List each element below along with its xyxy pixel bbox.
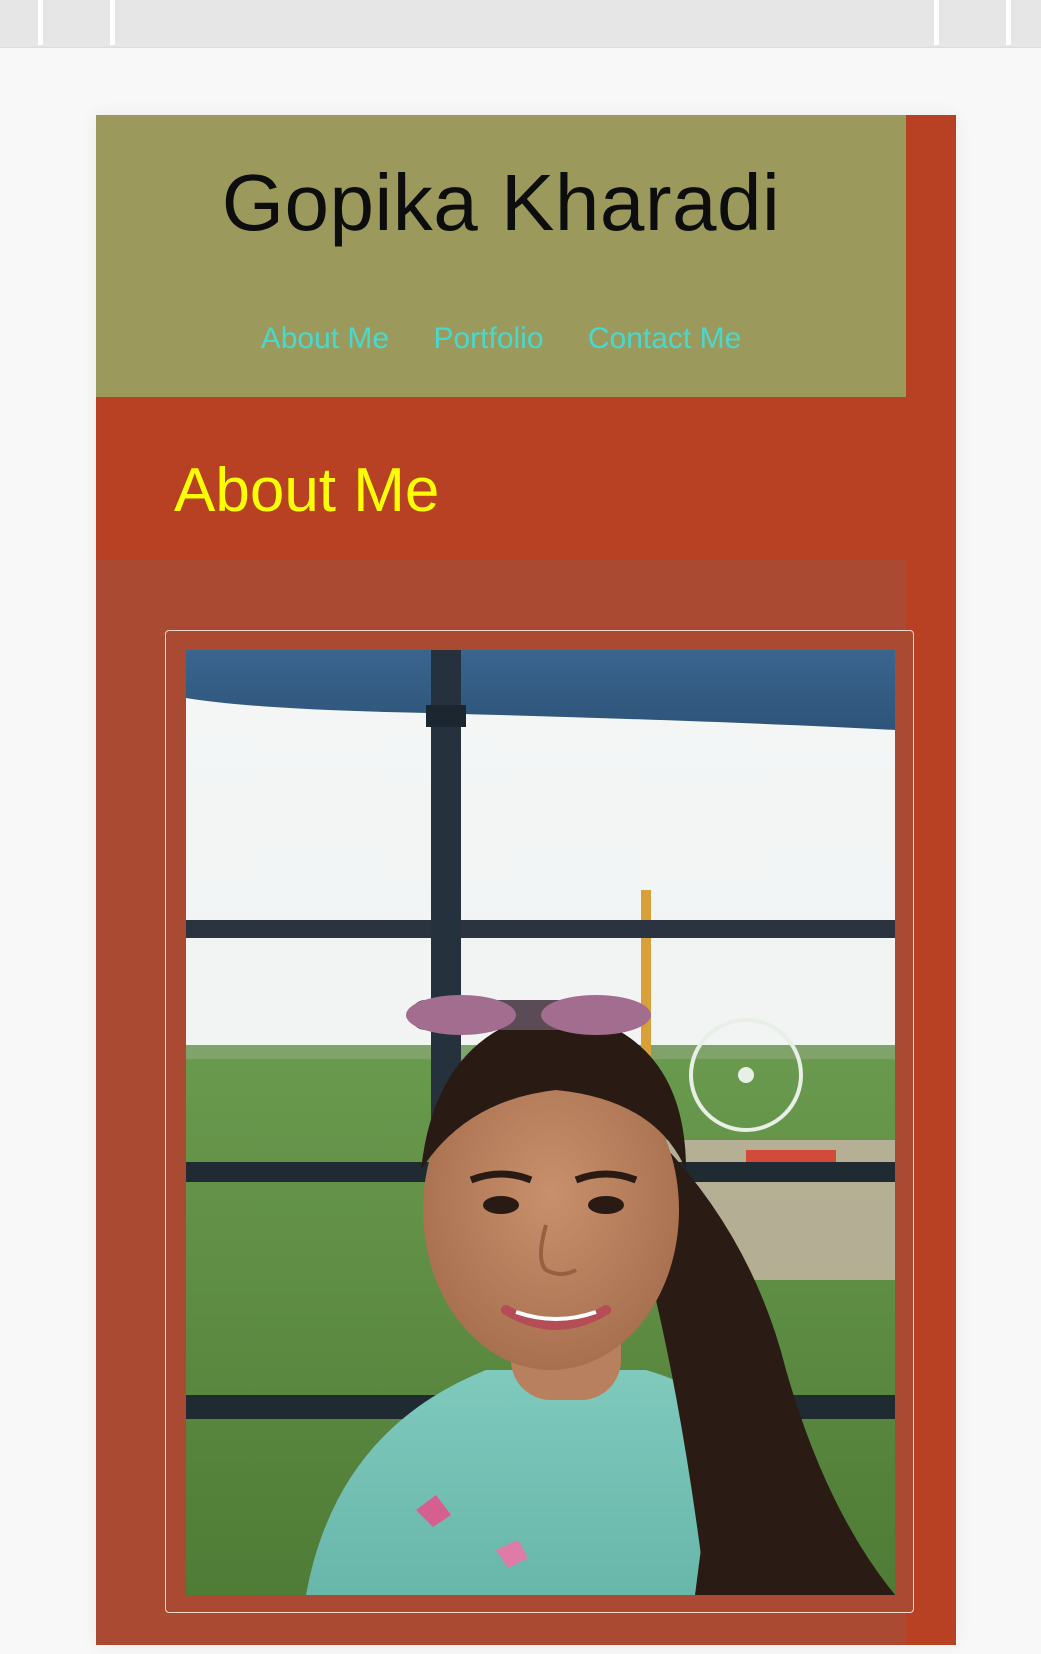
section-title: About Me (174, 456, 440, 525)
browser-top-strip (0, 0, 1041, 48)
nav-about-me-link[interactable]: About Me (261, 324, 389, 354)
profile-photo (186, 650, 895, 1595)
strip-divider (110, 0, 115, 45)
site-header: Gopika Kharadi About Me Portfolio Contac… (96, 115, 906, 397)
strip-divider (1006, 0, 1011, 45)
profile-photo-image (186, 650, 895, 1595)
nav-portfolio-link[interactable]: Portfolio (433, 324, 543, 354)
main-nav: About Me Portfolio Contact Me (96, 324, 906, 354)
site-title: Gopika Kharadi (221, 158, 781, 247)
nav-contact-me-link[interactable]: Contact Me (588, 324, 741, 354)
strip-divider (38, 0, 43, 45)
page-container: Gopika Kharadi About Me Portfolio Contac… (96, 115, 956, 1645)
strip-divider (934, 0, 939, 45)
